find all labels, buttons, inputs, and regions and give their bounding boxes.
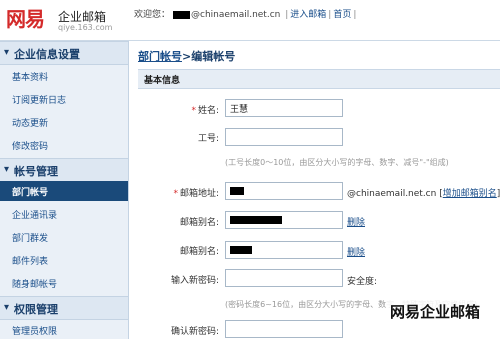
section-title: 帐号管理 bbox=[14, 165, 58, 178]
redacted-username bbox=[173, 10, 191, 19]
email-domain-suffix: @chinaemail.net.cn bbox=[347, 189, 437, 199]
confirm-password-label: 确认新密码: bbox=[170, 327, 219, 337]
employee-id-label: 工号: bbox=[197, 134, 219, 144]
delete-alias1-link[interactable]: 删除 bbox=[347, 215, 365, 228]
sidebar-item-admin-permissions[interactable]: 管理员权限 bbox=[0, 320, 128, 340]
enter-mail-link[interactable]: 进入邮箱 bbox=[290, 10, 326, 20]
sidebar-item-update-log[interactable]: 订阅更新日志 bbox=[0, 89, 128, 109]
welcome-text: 欢迎您： @chinaemail.net.cn | 进入邮箱 | 首页 | bbox=[134, 7, 358, 20]
main-content: 部门帐号>编辑帐号 基本信息 * 姓名: 王慧 工号: (工号长度0～10位，由区… bbox=[129, 41, 500, 339]
email-field[interactable] bbox=[225, 182, 343, 200]
breadcrumb: 部门帐号>编辑帐号 bbox=[138, 48, 235, 64]
confirm-password-field[interactable] bbox=[225, 320, 343, 338]
email-suffix-row: @chinaemail.net.cn [增加邮箱别名] (小 bbox=[347, 186, 500, 199]
sidebar-item-mobile-account[interactable]: 随身邮帐号 bbox=[0, 273, 128, 293]
add-alias-link[interactable]: 增加邮箱别名 bbox=[443, 189, 497, 199]
security-strength-label: 安全度: bbox=[347, 277, 378, 287]
sidebar-item-change-password[interactable]: 修改密码 bbox=[0, 135, 128, 155]
sidebar-item-updates[interactable]: 动态更新 bbox=[0, 112, 128, 132]
separator: | bbox=[328, 10, 332, 20]
employee-id-hint: (工号长度0～10位，由区分大小写的字母、数字、减号"-"组成) bbox=[225, 158, 449, 167]
top-header: 网易 企业邮箱 qiye.163.com 欢迎您： @chinaemail.net… bbox=[0, 0, 500, 41]
sidebar-item-department-accounts[interactable]: 部门帐号 bbox=[0, 181, 128, 201]
alias2-label: 邮箱别名: bbox=[179, 247, 219, 257]
home-link[interactable]: 首页 bbox=[333, 10, 351, 20]
redacted-alias1-value bbox=[230, 216, 282, 224]
sidebar-section-enterprise-settings[interactable]: ▾ 企业信息设置 bbox=[0, 41, 128, 65]
watermark: 网易企业邮箱 bbox=[386, 300, 485, 323]
sidebar-item-address-book[interactable]: 企业通讯录 bbox=[0, 204, 128, 224]
section-header: 基本信息 bbox=[138, 69, 500, 89]
section-title: 企业信息设置 bbox=[14, 48, 80, 61]
name-label: * 姓名: bbox=[191, 106, 219, 116]
alias2-field[interactable] bbox=[225, 241, 343, 259]
sidebar-item-group-send[interactable]: 部门群发 bbox=[0, 227, 128, 247]
name-value: 王慧 bbox=[230, 105, 249, 115]
logo-brand: 网易 bbox=[6, 7, 45, 31]
separator: | bbox=[285, 10, 289, 20]
section-title: 基本信息 bbox=[144, 76, 181, 86]
new-password-field[interactable] bbox=[225, 269, 343, 287]
name-field[interactable]: 王慧 bbox=[225, 99, 343, 117]
alias1-field[interactable] bbox=[225, 211, 343, 229]
logo-domain: qiye.163.com bbox=[58, 23, 113, 32]
chevron-down-icon: ▾ bbox=[4, 47, 10, 58]
new-password-label: 输入新密码: bbox=[170, 276, 219, 286]
chevron-down-icon: ▾ bbox=[4, 164, 10, 175]
sidebar-section-account-management[interactable]: ▾ 帐号管理 bbox=[0, 158, 128, 182]
welcome-prefix: 欢迎您： bbox=[134, 10, 171, 20]
required-mark: * bbox=[191, 106, 196, 116]
redacted-email-value bbox=[230, 187, 244, 195]
alias1-label: 邮箱别名: bbox=[179, 218, 219, 228]
delete-alias2-link[interactable]: 删除 bbox=[347, 245, 365, 258]
chevron-down-icon: ▾ bbox=[4, 302, 10, 313]
separator: | bbox=[353, 10, 357, 20]
sidebar-section-permissions[interactable]: ▾ 权限管理 bbox=[0, 296, 128, 320]
sidebar-item-basic-info[interactable]: 基本资料 bbox=[0, 66, 128, 86]
email-label: * 邮箱地址: bbox=[173, 189, 219, 199]
netease-logo[interactable]: 网易 企业邮箱 qiye.163.com bbox=[6, 3, 126, 37]
required-mark: * bbox=[173, 189, 178, 199]
section-title: 权限管理 bbox=[14, 303, 58, 316]
sidebar-item-mailing-list[interactable]: 邮件列表 bbox=[0, 250, 128, 270]
breadcrumb-current: >编辑帐号 bbox=[182, 50, 236, 63]
breadcrumb-department-accounts[interactable]: 部门帐号 bbox=[138, 50, 182, 63]
sidebar: ▾ 企业信息设置 基本资料 订阅更新日志 动态更新 修改密码 ▾ 帐号管理 部门… bbox=[0, 41, 129, 339]
redacted-alias2-value bbox=[230, 246, 252, 254]
employee-id-field[interactable] bbox=[225, 128, 343, 146]
welcome-email-suffix: @chinaemail.net.cn bbox=[191, 10, 281, 20]
